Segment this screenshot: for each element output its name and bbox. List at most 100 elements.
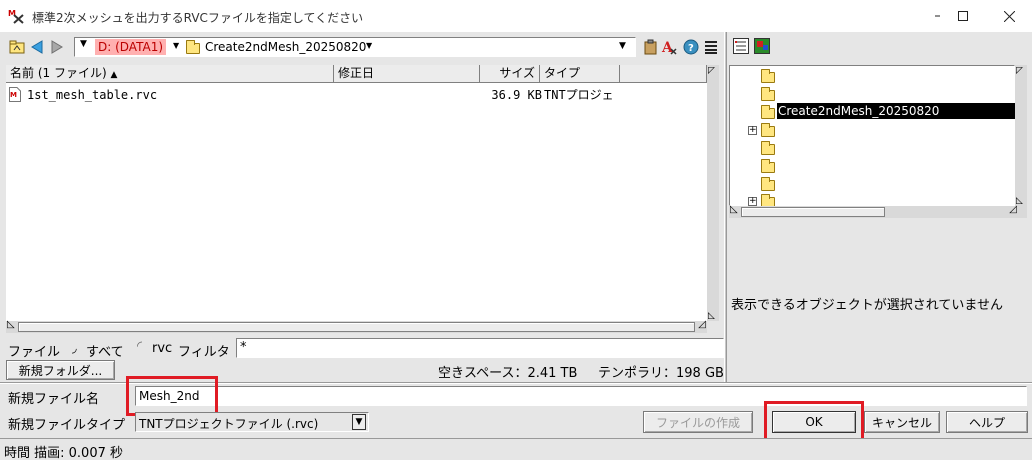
folder-up-icon[interactable] [9, 39, 25, 55]
scroll-right-icon[interactable]: ◿ [1009, 204, 1017, 215]
status-bar: 時間 描画: 0.007 秒 [0, 438, 1032, 460]
clipboard-icon[interactable] [643, 39, 659, 55]
scrollbar-thumb[interactable] [741, 207, 885, 217]
folder-icon[interactable] [761, 177, 775, 191]
file-name-cell[interactable]: 1st_mesh_table.rvc [27, 87, 157, 103]
file-type-select-value: TNTプロジェクトファイル (.rvc) [139, 417, 319, 431]
scroll-down-icon[interactable]: ◺ [708, 311, 715, 321]
tree-item-selected[interactable]: Create2ndMesh_20250820 [777, 103, 1017, 119]
ok-button[interactable]: OK [772, 411, 856, 433]
map-view-icon[interactable] [754, 38, 770, 54]
close-button[interactable] [986, 0, 1032, 32]
filter-input[interactable]: * [236, 338, 724, 358]
path-combo[interactable]: ▼ D: (DATA1) ▼ Create2ndMesh_20250820 ▼ … [74, 37, 636, 57]
chevron-down-icon[interactable]: ▼ [173, 41, 179, 50]
sort-ascending-icon: ▲ [110, 70, 118, 80]
title-bar: M 標準2次メッシュを出力するRVCファイルを指定してください [0, 0, 1032, 32]
cancel-button[interactable]: キャンセル [864, 411, 940, 433]
scrollbar-thumb[interactable] [18, 322, 695, 332]
radio-all[interactable]: ◞ [72, 341, 84, 355]
radio-rvc-label[interactable]: rvc [152, 341, 172, 356]
help-globe-icon[interactable]: ? [683, 39, 699, 55]
new-folder-button[interactable]: 新規フォルダ... [6, 360, 115, 380]
file-list[interactable]: M 1st_mesh_table.rvc 36.9 KB TNTプロジェ [6, 83, 707, 321]
folder-icon[interactable] [761, 69, 775, 83]
temp-space-text: テンポラリ：198 GB [598, 366, 724, 381]
details-view-icon[interactable] [733, 38, 749, 54]
tree-item-selected-label: Create2ndMesh_20250820 [778, 104, 940, 118]
maximize-icon [958, 11, 968, 21]
new-file-name-input[interactable]: Mesh_2nd [135, 386, 1027, 406]
cancel-button-label: キャンセル [871, 415, 932, 430]
column-header-name-label: 名前 (1 ファイル) [10, 66, 107, 80]
status-bar-text: 時間 描画: 0.007 秒 [4, 446, 123, 460]
maximize-button[interactable] [940, 0, 986, 32]
expand-icon[interactable]: + [748, 197, 757, 206]
current-folder-label[interactable]: Create2ndMesh_20250820 [205, 39, 366, 55]
column-header-spacer [620, 65, 707, 83]
column-header-modified-label: 修正日 [338, 66, 375, 80]
filter-label: フィルタ [178, 345, 230, 360]
scroll-up-icon[interactable]: ◸ [1016, 66, 1023, 76]
rvc-file-icon: M [9, 87, 21, 102]
help-button-label: ヘルプ [968, 415, 1005, 430]
file-type-select[interactable]: TNTプロジェクトファイル (.rvc) ▼ [135, 412, 369, 432]
column-header-modified[interactable]: 修正日 [334, 65, 480, 83]
close-icon [1003, 10, 1015, 22]
create-file-button-label: ファイルの作成 [655, 415, 740, 430]
tree-status-message: 表示できるオブジェクトが選択されていません [731, 298, 1003, 313]
folder-icon[interactable] [761, 105, 775, 119]
radio-rvc[interactable]: ◜ [137, 339, 142, 354]
new-file-type-label: 新規ファイルタイプ [8, 418, 126, 433]
chevron-down-icon[interactable]: ▼ [619, 41, 626, 51]
column-header-type-label: タイプ [544, 66, 581, 80]
folder-icon[interactable] [761, 87, 775, 101]
column-header-size[interactable]: サイズ [480, 65, 540, 83]
file-list-horizontal-scrollbar[interactable]: ◺ ◿ [6, 319, 707, 333]
column-header-type[interactable]: タイプ [540, 65, 620, 83]
radio-all-label[interactable]: すべて [86, 341, 124, 360]
svg-text:?: ? [688, 43, 694, 54]
file-filter-label: ファイル [8, 345, 61, 360]
scroll-up-icon[interactable]: ◸ [708, 66, 715, 76]
panel-divider[interactable] [724, 32, 727, 382]
folder-icon[interactable] [761, 141, 775, 155]
app-icon: M [8, 8, 24, 24]
column-header-size-label: サイズ [499, 66, 535, 80]
scroll-left-icon[interactable]: ◺ [7, 319, 15, 330]
tree-horizontal-scrollbar[interactable]: ◺ ◿ [729, 204, 1027, 218]
free-space-text: 空きスペース：2.41 TB [438, 366, 578, 381]
forward-arrow-icon[interactable] [49, 39, 65, 55]
new-folder-button-label: 新規フォルダ... [18, 363, 103, 378]
table-row[interactable]: M 1st_mesh_table.rvc 36.9 KB TNTプロジェ [6, 87, 707, 103]
ok-button-label: OK [805, 415, 823, 429]
folder-icon [186, 40, 200, 54]
folder-icon[interactable] [761, 123, 775, 137]
back-arrow-icon[interactable] [29, 39, 45, 55]
svg-text:M: M [10, 91, 17, 99]
file-type-cell: TNTプロジェ [544, 88, 614, 102]
tree-vertical-scrollbar[interactable]: ◸ ◺ [1015, 65, 1027, 206]
drive-label[interactable]: D: (DATA1) [95, 39, 167, 55]
column-header-name[interactable]: 名前 (1 ファイル) ▲ [6, 65, 334, 83]
file-size-cell: 36.9 KB [491, 88, 542, 102]
list-view-icon[interactable] [703, 39, 719, 55]
scroll-down-icon[interactable]: ◺ [1016, 196, 1023, 206]
chevron-down-icon[interactable]: ▼ [352, 414, 366, 430]
chevron-down-icon[interactable]: ▼ [366, 41, 372, 50]
help-button[interactable]: ヘルプ [946, 411, 1028, 433]
filter-input-value: * [240, 340, 247, 355]
expand-icon[interactable]: + [748, 126, 757, 135]
file-list-vertical-scrollbar[interactable]: ◸ ◺ [707, 65, 719, 321]
window-title: 標準2次メッシュを出力するRVCファイルを指定してください [32, 11, 364, 25]
new-file-name-label: 新規ファイル名 [8, 392, 100, 407]
folder-icon[interactable] [761, 159, 775, 173]
scroll-right-icon[interactable]: ◿ [698, 319, 706, 330]
font-icon[interactable]: A [661, 39, 677, 55]
create-file-button[interactable]: ファイルの作成 [643, 411, 753, 433]
chevron-down-icon[interactable]: ▼ [80, 39, 87, 49]
scroll-left-icon[interactable]: ◺ [730, 204, 738, 215]
object-tree[interactable]: Create2ndMesh_20250820 + + [729, 65, 1017, 208]
new-file-name-value: Mesh_2nd [139, 389, 200, 403]
separator [0, 382, 1032, 384]
